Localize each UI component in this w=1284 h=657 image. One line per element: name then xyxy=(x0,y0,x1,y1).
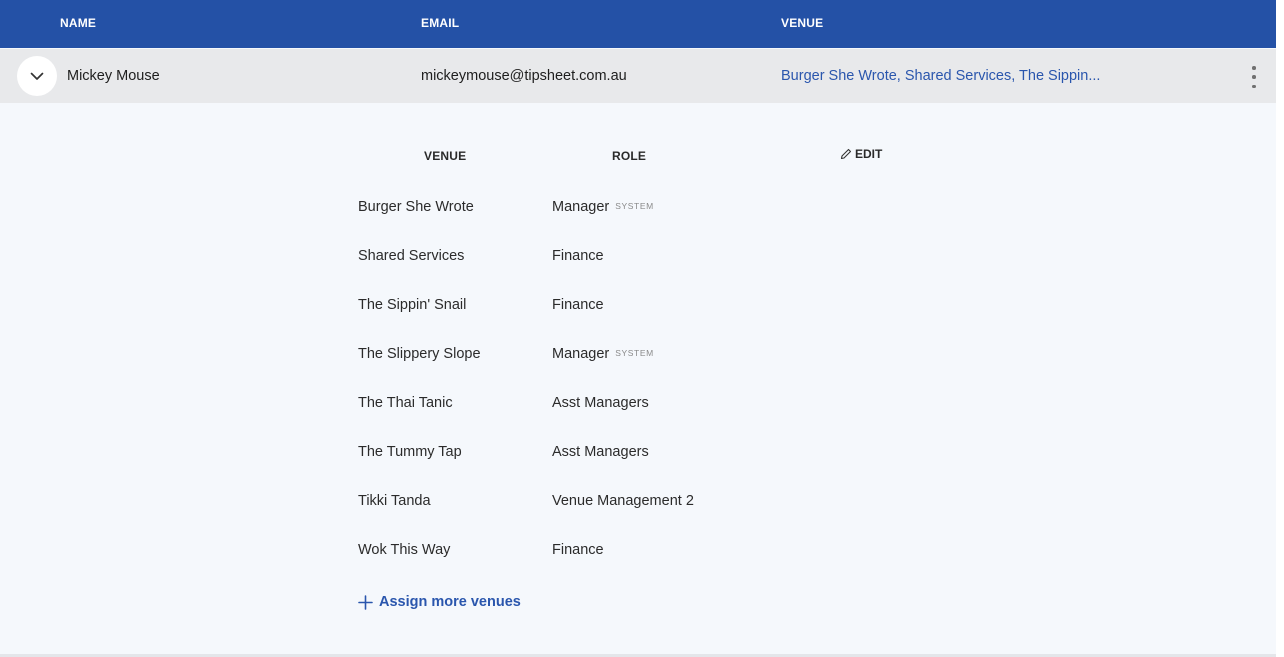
assignment-venue: Burger She Wrote xyxy=(358,199,474,215)
assignment-venue: Shared Services xyxy=(358,248,465,264)
scrollbar-track[interactable] xyxy=(1276,0,1284,657)
venue-roles-panel: VENUE ROLE EDIT Burger She Wrote Manager… xyxy=(0,103,1276,654)
venue-column-header: VENUE xyxy=(424,149,467,163)
list-item: The Slippery Slope Manager SYSTEM xyxy=(0,346,1276,370)
assignment-role: Manager SYSTEM xyxy=(552,346,654,362)
user-email: mickeymouse@tipsheet.com.au xyxy=(421,68,627,84)
assignment-role: Asst Managers xyxy=(552,444,649,460)
column-header-name[interactable]: NAME xyxy=(60,16,96,30)
users-table: NAME EMAIL VENUE Mickey Mouse mickeymous… xyxy=(0,0,1276,657)
chevron-down-icon xyxy=(30,72,44,80)
list-item: Tikki Tanda Venue Management 2 xyxy=(0,493,1276,517)
role-column-header: ROLE xyxy=(612,149,647,163)
assignment-venue: Tikki Tanda xyxy=(358,493,431,509)
assignment-venue: Wok This Way xyxy=(358,542,451,558)
pencil-icon xyxy=(840,148,852,160)
assignment-role: Manager SYSTEM xyxy=(552,199,654,215)
list-item: The Sippin' Snail Finance xyxy=(0,297,1276,321)
list-item: Wok This Way Finance xyxy=(0,542,1276,566)
assignment-venue: The Tummy Tap xyxy=(358,444,462,460)
edit-label: EDIT xyxy=(855,147,883,161)
assignment-venue: The Thai Tanic xyxy=(358,395,453,411)
assignment-role: Finance xyxy=(552,542,604,558)
assignment-role: Finance xyxy=(552,297,604,313)
edit-button[interactable]: EDIT xyxy=(840,147,882,161)
assign-more-label: Assign more venues xyxy=(379,594,521,610)
assignment-role: Finance xyxy=(552,248,604,264)
assignment-venue: The Sippin' Snail xyxy=(358,297,467,313)
assignment-role: Venue Management 2 xyxy=(552,493,694,509)
assignment-role: Asst Managers xyxy=(552,395,649,411)
table-header: NAME EMAIL VENUE xyxy=(0,0,1276,48)
plus-icon xyxy=(358,594,373,610)
column-header-venue[interactable]: VENUE xyxy=(781,16,823,30)
user-name: Mickey Mouse xyxy=(67,68,160,84)
list-item: Burger She Wrote Manager SYSTEM xyxy=(0,199,1276,223)
list-item: The Thai Tanic Asst Managers xyxy=(0,395,1276,419)
expand-row-button[interactable] xyxy=(17,56,57,96)
system-badge: SYSTEM xyxy=(615,348,654,358)
table-row[interactable]: Mickey Mouse mickeymouse@tipsheet.com.au… xyxy=(0,49,1276,103)
list-item: The Tummy Tap Asst Managers xyxy=(0,444,1276,468)
assignment-venue: The Slippery Slope xyxy=(358,346,481,362)
column-header-email[interactable]: EMAIL xyxy=(421,16,459,30)
assign-more-venues-button[interactable]: Assign more venues xyxy=(358,594,521,610)
system-badge: SYSTEM xyxy=(615,201,654,211)
more-vertical-icon[interactable] xyxy=(1246,66,1262,88)
user-venues-link[interactable]: Burger She Wrote, Shared Services, The S… xyxy=(781,68,1100,84)
list-item: Shared Services Finance xyxy=(0,248,1276,272)
